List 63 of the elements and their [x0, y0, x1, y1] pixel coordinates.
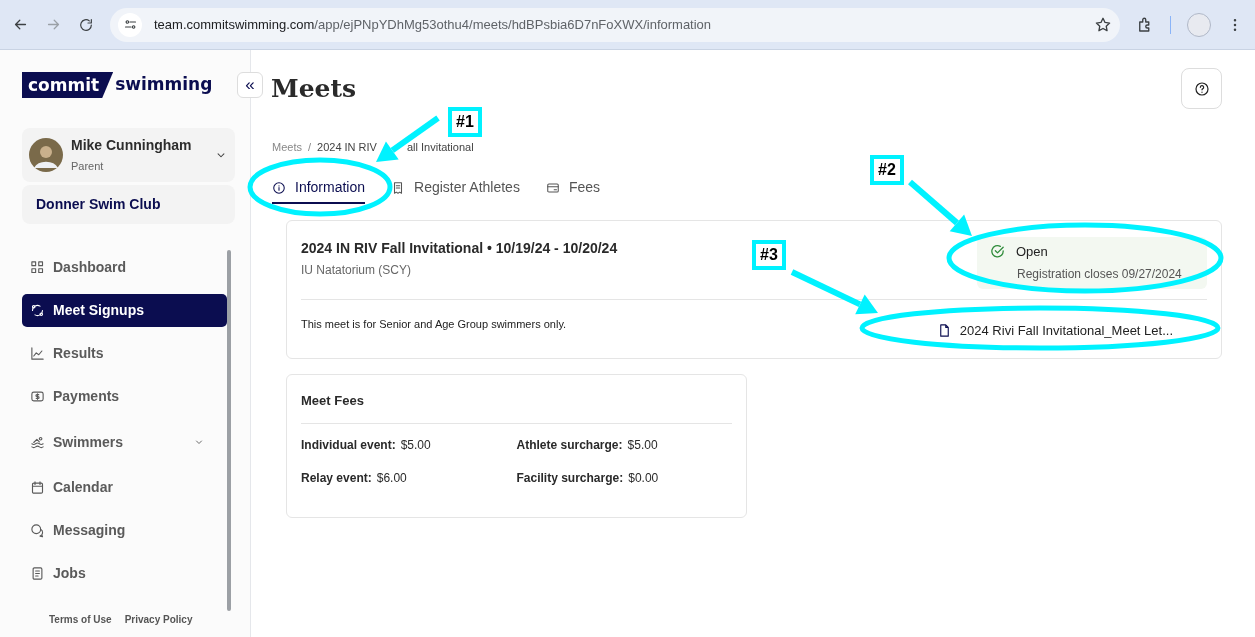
- sidebar-item[interactable]: Meet Signups: [22, 294, 227, 327]
- breadcrumb-link[interactable]: Meets: [272, 139, 302, 156]
- meet-description: This meet is for Senior and Age Group swimmers only.: [301, 316, 567, 332]
- tab[interactable]: Information: [272, 173, 366, 204]
- help-button[interactable]: [1181, 68, 1222, 109]
- site-settings-icon[interactable]: [118, 12, 142, 37]
- fees-title: Meet Fees: [301, 391, 732, 424]
- calendar-icon: [30, 480, 45, 495]
- chat-icon: [30, 523, 45, 538]
- breadcrumb-current: all Invitational: [406, 140, 474, 155]
- card-icon: [545, 180, 560, 195]
- registration-deadline: Registration closes 09/27/2024: [1016, 266, 1183, 284]
- annotation-label: #2: [870, 155, 904, 185]
- tab[interactable]: Fees: [545, 173, 600, 204]
- annotation-label: #3: [752, 240, 786, 270]
- reload-icon: [78, 16, 94, 33]
- sidebar-item[interactable]: Payments: [22, 375, 227, 418]
- sliders-icon: [122, 17, 138, 32]
- sidebar-item[interactable]: Jobs: [22, 552, 227, 595]
- tab[interactable]: Register Athletes: [391, 173, 520, 204]
- annotation-arrow: [908, 179, 972, 236]
- avatar-icon: [29, 138, 63, 172]
- breadcrumb-separator: /: [307, 140, 312, 155]
- bookmark-star-icon: [1094, 15, 1112, 34]
- commit-swimming-logo[interactable]: commit swimming: [22, 72, 235, 98]
- footer-link[interactable]: Privacy Policy: [124, 612, 193, 627]
- meet-title: 2024 IN RIV Fall Invitational • 10/19/24 - 10/20/24: [301, 238, 618, 258]
- fee-label: Athlete surcharge:: [516, 436, 623, 454]
- club-card[interactable]: Donner Swim Club: [22, 185, 235, 224]
- breadcrumb-current: 2024 IN RIV: [317, 140, 377, 155]
- fee-value: $0.00: [628, 469, 659, 487]
- user-role: Parent: [71, 159, 105, 175]
- sidebar-item[interactable]: Dashboard: [22, 246, 227, 289]
- fee-label: Facility surcharge:: [516, 469, 624, 487]
- fee-value: $5.00: [400, 436, 431, 454]
- footer-link[interactable]: Terms of Use: [49, 612, 112, 627]
- sidebar-item[interactable]: Swimmers: [22, 418, 227, 466]
- annotation-label: #1: [448, 107, 482, 137]
- fee-value: $5.00: [627, 436, 658, 454]
- grid-icon: [30, 260, 45, 275]
- arrows-icon: [30, 303, 45, 318]
- fee-value: $6.00: [376, 469, 407, 487]
- address-bar[interactable]: team.commitswimming.com/app/ejPNpYDhMg53othu4/meets/hdBPsbia6D7nFoXWX/information: [110, 7, 1120, 42]
- dollar-icon: [30, 389, 45, 404]
- url-text: team.commitswimming.com/app/ejPNpYDhMg53othu4/meets/hdBPsbia6D7nFoXWX/information: [154, 15, 712, 34]
- user-name: Mike Cunningham: [71, 136, 193, 156]
- collapse-sidebar-button[interactable]: «: [237, 72, 263, 98]
- info-icon: [272, 180, 286, 195]
- sidebar-item[interactable]: Messaging: [22, 509, 227, 552]
- fee-label: Relay event:: [301, 469, 372, 487]
- profile-avatar[interactable]: [1187, 12, 1211, 37]
- document-link[interactable]: 2024 Rivi Fall Invitational_Meet Let...: [936, 320, 1173, 340]
- status-text: Open: [1016, 242, 1048, 261]
- help-icon: [1193, 80, 1210, 97]
- page-title: Meets: [271, 72, 357, 105]
- chart-icon: [30, 346, 45, 361]
- meet-venue: IU Natatorium (SCY): [301, 261, 413, 279]
- sidebar-item[interactable]: Calendar: [22, 466, 227, 509]
- swimmer-icon: [30, 434, 45, 450]
- fee-label: Individual event:: [301, 436, 396, 454]
- user-card[interactable]: Mike Cunningham Parent: [22, 128, 235, 182]
- list-icon: [30, 566, 45, 581]
- sidebar-item[interactable]: Results: [22, 332, 227, 375]
